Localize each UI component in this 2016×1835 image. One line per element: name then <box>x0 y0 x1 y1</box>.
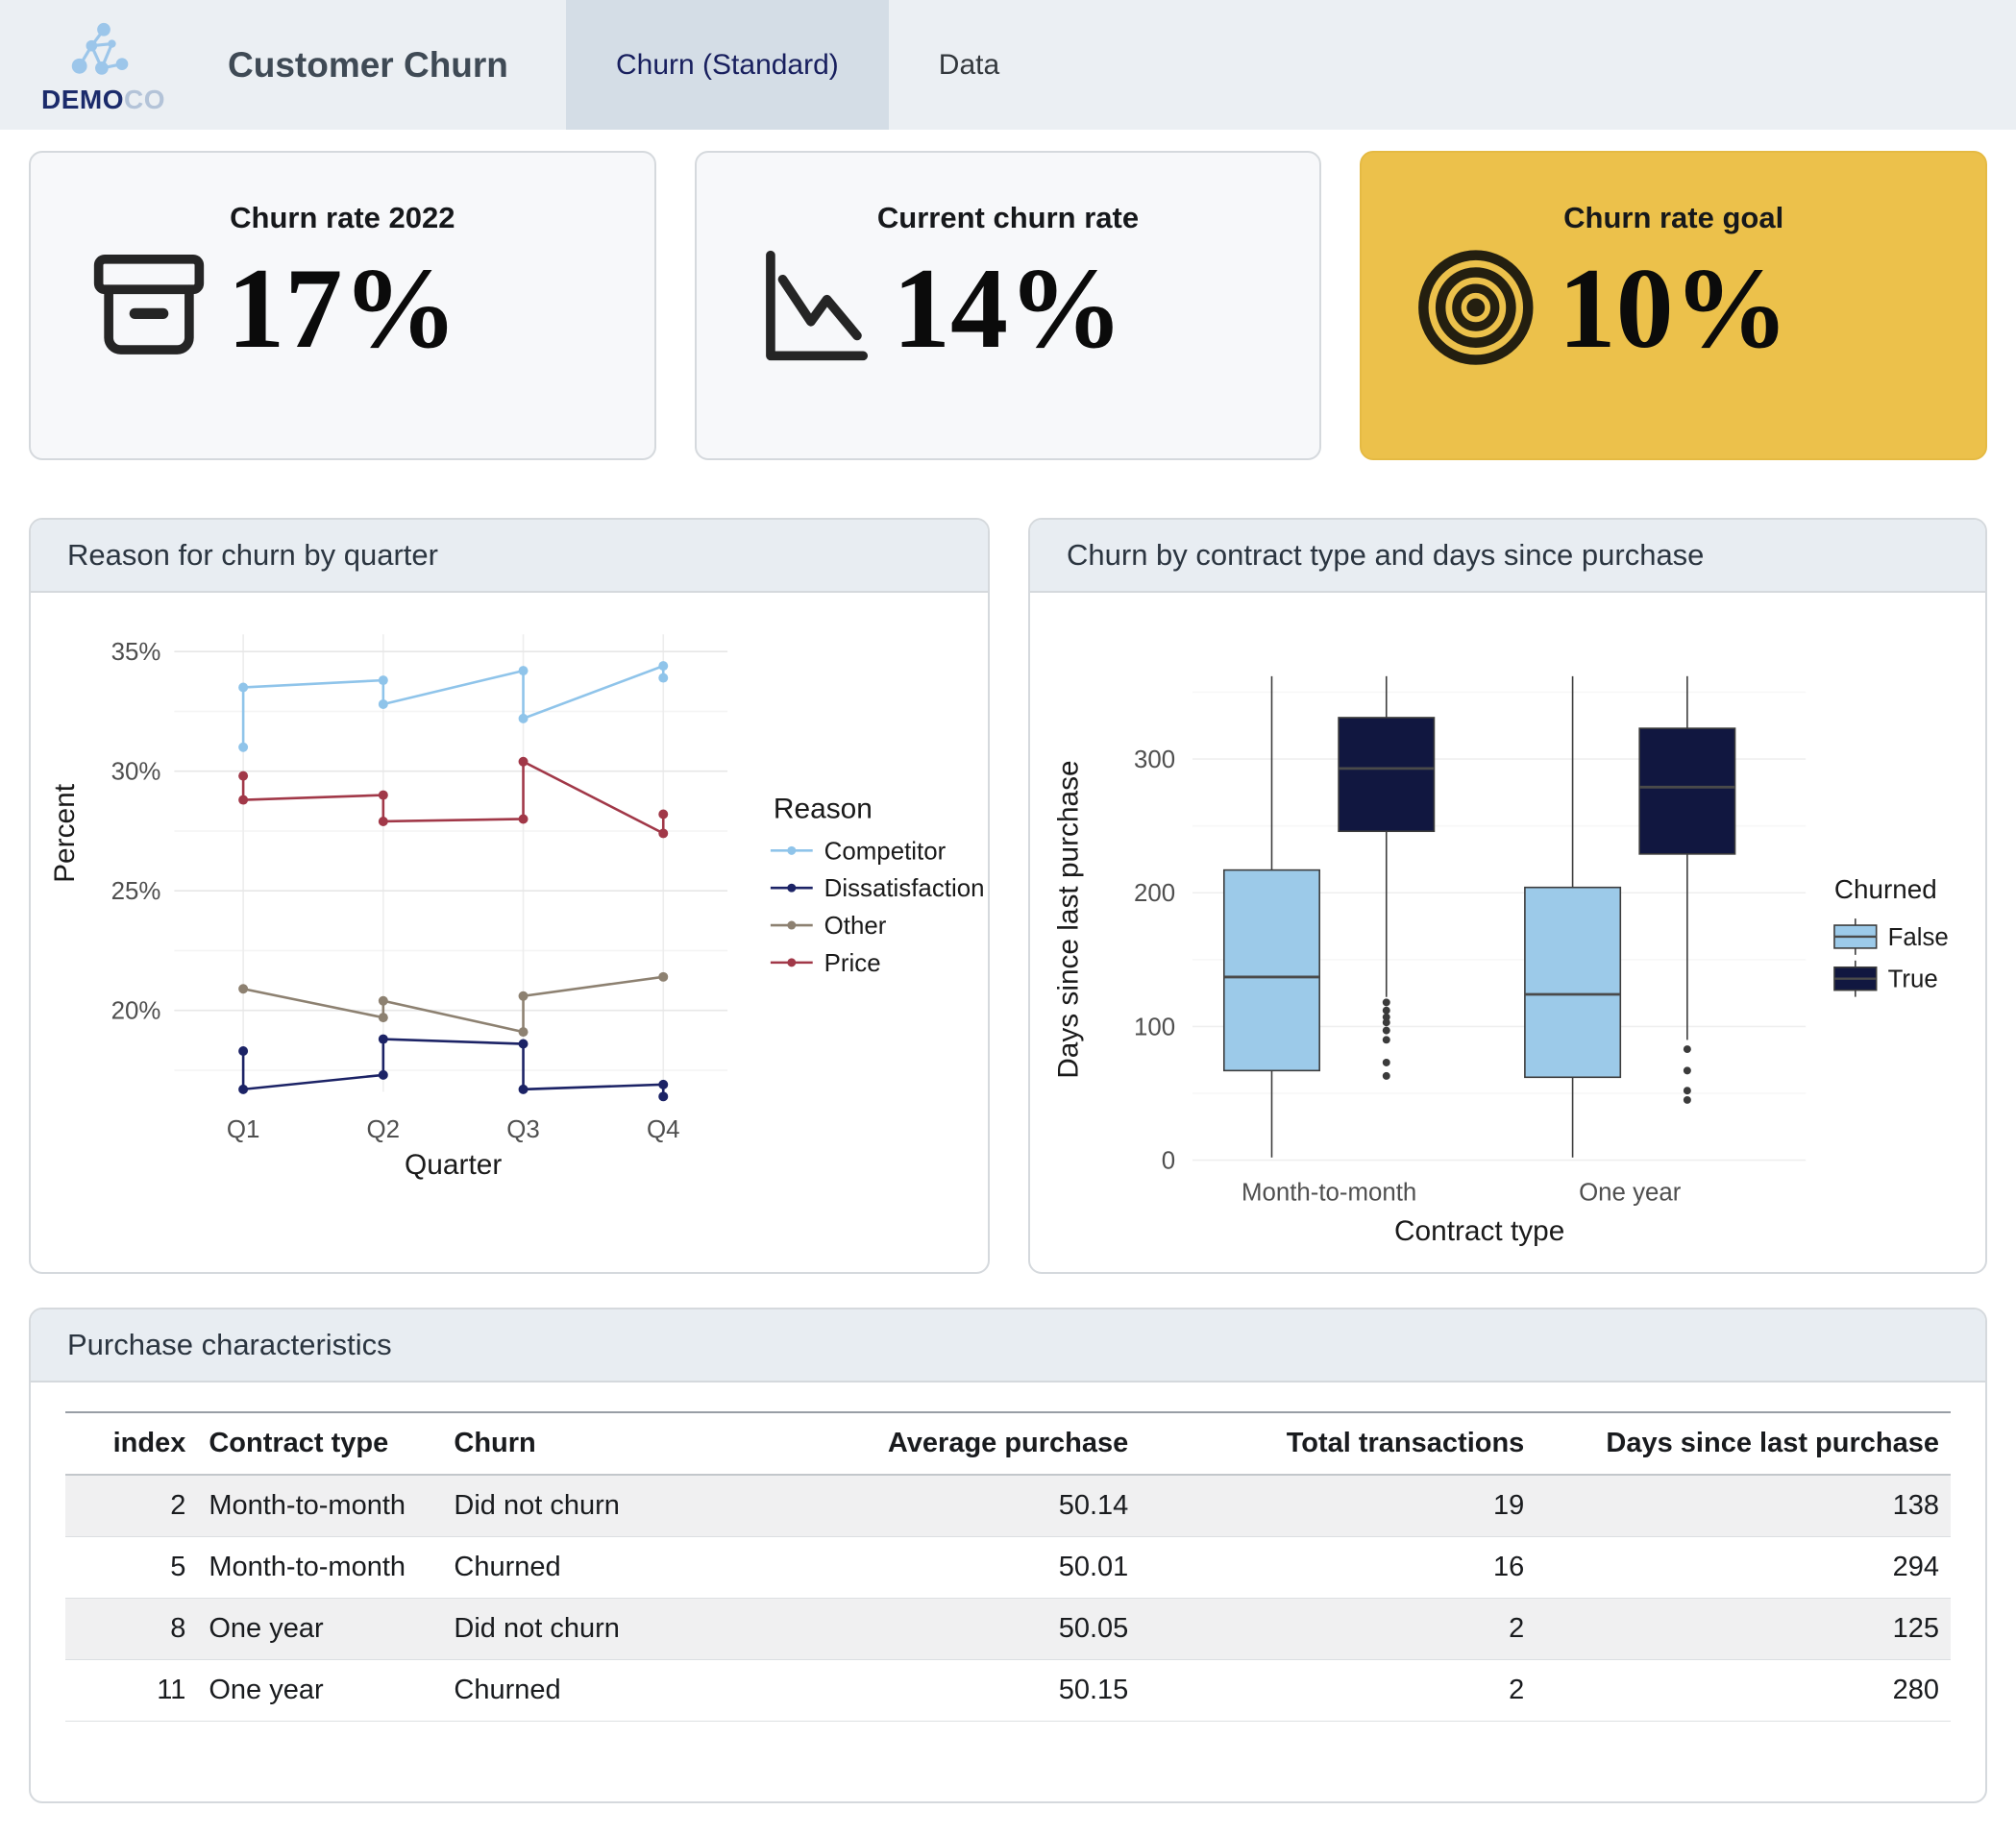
svg-text:Price: Price <box>824 950 881 977</box>
svg-text:False: False <box>1888 924 1949 951</box>
svg-text:Q2: Q2 <box>367 1116 401 1143</box>
table-cell: 2 <box>65 1475 197 1537</box>
table-cell: 138 <box>1536 1475 1951 1537</box>
kpi-card-churn-rate-goal: Churn rate goal 10% <box>1360 151 1987 460</box>
kpi-value: 17% <box>227 251 457 366</box>
table-cell: 294 <box>1536 1537 1951 1599</box>
declining-chart-icon <box>750 241 879 370</box>
brand-name: DEMOCO <box>41 85 165 115</box>
panel-purchase-characteristics: Purchase characteristics indexContract t… <box>29 1308 1987 1803</box>
tab-bar: Churn (Standard) Data <box>566 0 1049 130</box>
table-row: 2Month-to-monthDid not churn50.1419138 <box>65 1475 1951 1537</box>
charts-row: Reason for churn by quarter 35% 30% 25% 20%… <box>29 518 1987 1274</box>
table-cell: Churned <box>442 1537 725 1599</box>
table-cell: 16 <box>1140 1537 1536 1599</box>
kpi-title: Current churn rate <box>877 201 1139 235</box>
top-bar: DEMOCO Customer Churn Churn (Standard) D… <box>0 0 2016 130</box>
svg-text:0: 0 <box>1162 1148 1175 1175</box>
svg-text:35%: 35% <box>111 639 161 666</box>
column-header: index <box>65 1412 197 1475</box>
kpi-title: Churn rate goal <box>1563 201 1783 235</box>
svg-text:Contract type: Contract type <box>1394 1215 1564 1247</box>
table-cell: 2 <box>1140 1599 1536 1660</box>
table-row: 5Month-to-monthChurned50.0116294 <box>65 1537 1951 1599</box>
table-cell: Month-to-month <box>197 1537 442 1599</box>
churned-legend: Churned False True <box>1834 874 1949 996</box>
table-cell: One year <box>197 1599 442 1660</box>
table-header-row: indexContract typeChurnAverage purchaseT… <box>65 1412 1951 1475</box>
table-cell: Churned <box>442 1660 725 1722</box>
column-header: Average purchase <box>725 1412 1141 1475</box>
column-header: Days since last purchase <box>1536 1412 1951 1475</box>
tab-churn-standard[interactable]: Churn (Standard) <box>566 0 889 130</box>
kpi-card-churn-rate-2022: Churn rate 2022 17% <box>29 151 656 460</box>
table-cell: 19 <box>1140 1475 1536 1537</box>
column-header: Total transactions <box>1140 1412 1536 1475</box>
table-cell: Did not churn <box>442 1599 725 1660</box>
kpi-card-current-churn-rate: Current churn rate 14% <box>695 151 1322 460</box>
panel-title: Purchase characteristics <box>31 1309 1985 1382</box>
table-cell: Did not churn <box>442 1475 725 1537</box>
kpi-value: 14% <box>893 251 1123 366</box>
svg-text:Quarter: Quarter <box>405 1149 502 1181</box>
table-row: 8One yearDid not churn50.052125 <box>65 1599 1951 1660</box>
archive-box-icon <box>85 241 213 370</box>
svg-text:Q4: Q4 <box>647 1116 680 1143</box>
table-cell: 50.01 <box>725 1537 1141 1599</box>
svg-text:Dissatisfaction: Dissatisfaction <box>824 875 985 902</box>
panel-title: Churn by contract type and days since pu… <box>1030 520 1985 593</box>
svg-text:One year: One year <box>1579 1179 1682 1206</box>
purchase-table-wrap: indexContract typeChurnAverage purchaseT… <box>31 1382 1985 1722</box>
brand-logo: DEMOCO <box>0 0 207 130</box>
table-cell: 125 <box>1536 1599 1951 1660</box>
table-cell: 5 <box>65 1537 197 1599</box>
kpi-row: Churn rate 2022 17% Current churn rate 1… <box>29 151 1987 460</box>
table-cell: 50.14 <box>725 1475 1141 1537</box>
kpi-value: 10% <box>1559 251 1789 366</box>
panel-title: Reason for churn by quarter <box>31 520 988 593</box>
svg-text:Days since last purchase: Days since last purchase <box>1053 760 1085 1078</box>
svg-text:Q3: Q3 <box>506 1116 540 1143</box>
table-cell: 8 <box>65 1599 197 1660</box>
panel-reason-for-churn: Reason for churn by quarter 35% 30% 25% 20%… <box>29 518 990 1274</box>
svg-text:Other: Other <box>824 913 887 940</box>
table-cell: One year <box>197 1660 442 1722</box>
column-header: Contract type <box>197 1412 442 1475</box>
table-cell: Month-to-month <box>197 1475 442 1537</box>
table-cell: 50.15 <box>725 1660 1141 1722</box>
svg-text:Q1: Q1 <box>227 1116 260 1143</box>
svg-text:Month-to-month: Month-to-month <box>1242 1179 1416 1206</box>
column-header: Churn <box>442 1412 725 1475</box>
svg-text:Competitor: Competitor <box>824 838 947 865</box>
page-title: Customer Churn <box>228 45 566 86</box>
target-icon <box>1415 241 1544 370</box>
contract-boxplot-chart: 0 100 200 300 Month-to-month One year Contract… <box>1030 593 1985 1274</box>
svg-text:30%: 30% <box>111 759 161 786</box>
table-cell: 50.05 <box>725 1599 1141 1660</box>
svg-text:300: 300 <box>1134 746 1175 773</box>
svg-text:25%: 25% <box>111 878 161 905</box>
svg-text:Churned: Churned <box>1834 874 1937 904</box>
svg-text:200: 200 <box>1134 880 1175 907</box>
kpi-title: Churn rate 2022 <box>230 201 455 235</box>
reason-line-chart: 35% 30% 25% 20% Q1 Q2 Q3 Q4 Quarter Percent Reason… <box>31 593 988 1274</box>
table-cell: 2 <box>1140 1660 1536 1722</box>
svg-text:100: 100 <box>1134 1014 1175 1040</box>
panel-churn-boxplot: Churn by contract type and days since pu… <box>1028 518 1987 1274</box>
reason-legend: Reason Competitor Dissatisfaction Other Pric… <box>771 793 985 976</box>
table-row: 11One yearChurned50.152280 <box>65 1660 1951 1722</box>
table-cell: 11 <box>65 1660 197 1722</box>
svg-text:20%: 20% <box>111 998 161 1025</box>
svg-text:Percent: Percent <box>49 783 81 883</box>
table-cell: 280 <box>1536 1660 1951 1722</box>
molecule-logo-icon <box>67 21 140 83</box>
svg-text:Reason: Reason <box>774 793 873 824</box>
tab-data[interactable]: Data <box>889 0 1049 130</box>
purchase-table: indexContract typeChurnAverage purchaseT… <box>65 1411 1951 1722</box>
svg-text:True: True <box>1888 966 1938 993</box>
churn-dashboard: { "brand": {"name_bold": "DEMO", "name_l… <box>0 0 2016 1835</box>
